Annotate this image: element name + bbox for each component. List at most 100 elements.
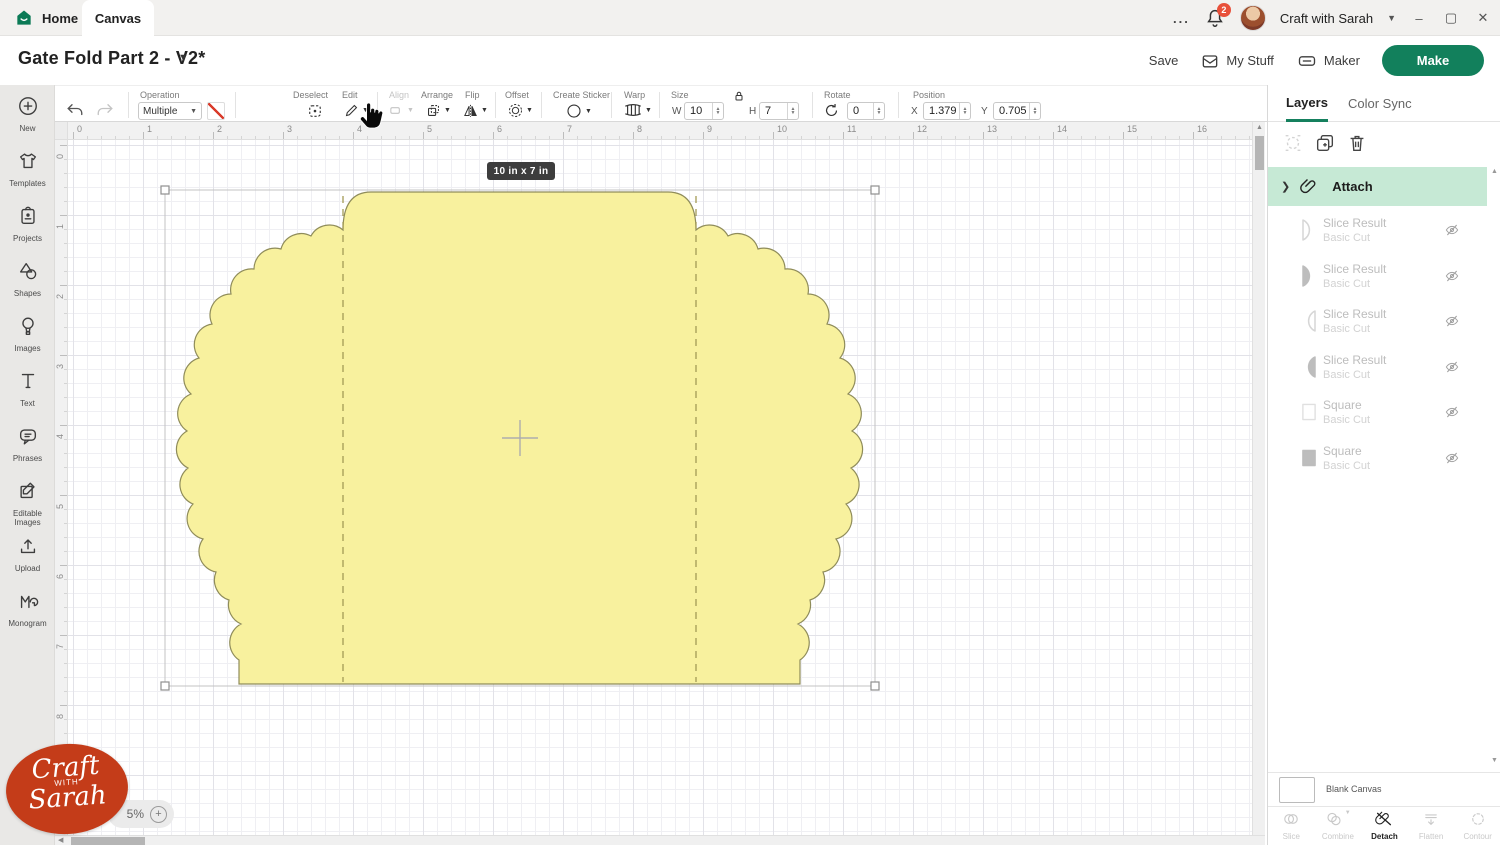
linetype-color-swatch[interactable] — [207, 102, 225, 120]
window-maximize-button[interactable]: ▢ — [1442, 10, 1460, 26]
sidebar-item-shapes[interactable]: Shapes — [0, 260, 55, 298]
rotate-field[interactable]: 0▲▼ — [847, 102, 885, 120]
eye-slash-icon[interactable] — [1444, 404, 1460, 420]
redo-button[interactable] — [96, 102, 114, 118]
window-minimize-button[interactable]: – — [1410, 11, 1428, 26]
sidebar-item-text[interactable]: Text — [0, 370, 55, 408]
layer-name: Slice Result — [1323, 216, 1386, 230]
layer-thumbnail-semicircle-right-filled — [1301, 264, 1317, 288]
layer-type: Basic Cut — [1323, 323, 1370, 335]
y-position-value: 0.705 — [994, 105, 1029, 117]
make-button[interactable]: Make — [1382, 45, 1484, 76]
edit-toolbar: Operation Multiple▼ Deselect Edit ▼ Alig… — [55, 85, 1267, 122]
project-header: Gate Fold Part 2 - V2* ▼ Save My Stuff M… — [0, 36, 1500, 85]
combine-button[interactable]: ▼Combine — [1315, 807, 1362, 845]
vertical-scroll-thumb[interactable] — [1255, 136, 1264, 170]
canvas-tab[interactable]: Canvas — [82, 0, 154, 36]
tab-color-sync[interactable]: Color Sync — [1348, 85, 1412, 122]
size-label: Size — [671, 90, 689, 100]
action-label: Combine — [1315, 833, 1362, 841]
eye-slash-icon[interactable] — [1444, 313, 1460, 329]
layer-type: Basic Cut — [1323, 278, 1370, 290]
save-button[interactable]: Save — [1149, 53, 1179, 68]
eye-slash-icon[interactable] — [1444, 359, 1460, 375]
sidebar-item-monogram[interactable]: Monogram — [0, 590, 55, 628]
sidebar-item-phrases[interactable]: Phrases — [0, 425, 55, 463]
sidebar-item-templates[interactable]: Templates — [0, 150, 55, 188]
home-tab[interactable]: Home — [14, 0, 78, 36]
size-lock-icon[interactable] — [733, 90, 745, 102]
phrases-icon — [17, 425, 39, 447]
operation-dropdown[interactable]: Multiple▼ — [138, 102, 202, 120]
user-avatar[interactable] — [1240, 5, 1266, 31]
layer-thumbnail-semicircle-right-outline — [1301, 218, 1317, 242]
layer-row-square[interactable]: SquareBasic Cut — [1268, 394, 1487, 436]
slice-button[interactable]: Slice — [1268, 807, 1315, 845]
size-tooltip: 10 in x 7 in — [487, 162, 555, 180]
blank-canvas-swatch[interactable] — [1279, 777, 1315, 803]
scroll-up-icon[interactable]: ▲ — [1256, 124, 1263, 131]
y-position-field[interactable]: 0.705▲▼ — [993, 102, 1041, 120]
x-position-field[interactable]: 1.379▲▼ — [923, 102, 971, 120]
tab-layers[interactable]: Layers — [1286, 85, 1328, 122]
layer-row-slice-result[interactable]: Slice ResultBasic Cut — [1268, 303, 1487, 345]
horizontal-scroll-thumb[interactable] — [71, 837, 145, 845]
eye-slash-icon[interactable] — [1444, 450, 1460, 466]
canvas-grid[interactable] — [68, 140, 1252, 835]
sidebar-item-new[interactable]: New — [0, 95, 55, 133]
attach-group-row[interactable]: ❯ Attach — [1268, 167, 1487, 206]
panel-scroll-up-icon[interactable]: ▲ — [1491, 168, 1498, 175]
sidebar-item-projects[interactable]: Projects — [0, 205, 55, 243]
user-name[interactable]: Craft with Sarah — [1280, 11, 1373, 26]
arrange-button[interactable]: ▼ — [425, 102, 451, 119]
more-menu-button[interactable]: ... — [1173, 11, 1190, 26]
expand-chevron-icon[interactable]: ❯ — [1281, 180, 1290, 193]
y-stepper[interactable]: ▲▼ — [1029, 103, 1040, 119]
flip-button[interactable]: ▼ — [462, 102, 488, 119]
detach-button[interactable]: Detach — [1361, 807, 1408, 845]
rotate-button[interactable] — [823, 102, 840, 119]
window-close-button[interactable]: ✕ — [1474, 10, 1492, 26]
layer-row-slice-result[interactable]: Slice ResultBasic Cut — [1268, 258, 1487, 300]
create-sticker-button[interactable]: ▼ — [565, 102, 592, 120]
sidebar-item-images[interactable]: Images — [0, 315, 55, 353]
project-title-chevron-icon[interactable]: ▼ — [178, 52, 189, 64]
duplicate-icon[interactable] — [1314, 132, 1336, 154]
layer-row-slice-result[interactable]: Slice ResultBasic Cut — [1268, 212, 1487, 254]
sidebar-item-editable-images[interactable]: Editable Images — [0, 480, 55, 527]
flatten-button[interactable]: Flatten — [1408, 807, 1455, 845]
height-field[interactable]: 7▲▼ — [759, 102, 799, 120]
deselect-button[interactable] — [306, 102, 324, 120]
maker-button[interactable]: Maker — [1296, 51, 1360, 71]
width-value: 10 — [685, 105, 712, 117]
design-canvas[interactable]: 012345678910111213141516 012345678 10 in… — [55, 122, 1267, 845]
eye-slash-icon[interactable] — [1444, 268, 1460, 284]
ruler-number-h: 16 — [1197, 124, 1207, 134]
x-stepper[interactable]: ▲▼ — [959, 103, 970, 119]
user-menu-chevron-icon[interactable]: ▼ — [1387, 13, 1396, 23]
sidebar-item-upload[interactable]: Upload — [0, 535, 55, 573]
eye-slash-icon[interactable] — [1444, 222, 1460, 238]
delete-icon[interactable] — [1346, 132, 1368, 154]
blank-canvas-row[interactable]: Blank Canvas — [1268, 772, 1500, 806]
rotate-stepper[interactable]: ▲▼ — [873, 103, 884, 119]
layer-row-square[interactable]: SquareBasic Cut — [1268, 440, 1487, 482]
height-stepper[interactable]: ▲▼ — [787, 103, 798, 119]
my-stuff-button[interactable]: My Stuff — [1200, 51, 1273, 71]
offset-button[interactable]: ▼ — [507, 102, 533, 119]
width-field[interactable]: 10▲▼ — [684, 102, 724, 120]
undo-button[interactable] — [66, 102, 84, 118]
warp-button[interactable]: ▼ — [623, 102, 652, 118]
notifications-button[interactable]: 2 — [1204, 7, 1226, 29]
combine-icon — [1325, 810, 1343, 828]
flatten-icon — [1422, 810, 1440, 828]
ruler-number-h: 10 — [777, 124, 787, 134]
contour-button[interactable]: Contour — [1454, 807, 1500, 845]
zoom-in-button[interactable]: + — [150, 806, 167, 823]
width-stepper[interactable]: ▲▼ — [712, 103, 723, 119]
horizontal-scrollbar[interactable]: ◀ — [55, 835, 1265, 845]
ruler-number-h: 9 — [707, 124, 712, 134]
panel-scroll-down-icon[interactable]: ▼ — [1491, 757, 1498, 764]
vertical-scrollbar[interactable]: ▲ — [1252, 122, 1265, 835]
layer-row-slice-result[interactable]: Slice ResultBasic Cut — [1268, 349, 1487, 391]
